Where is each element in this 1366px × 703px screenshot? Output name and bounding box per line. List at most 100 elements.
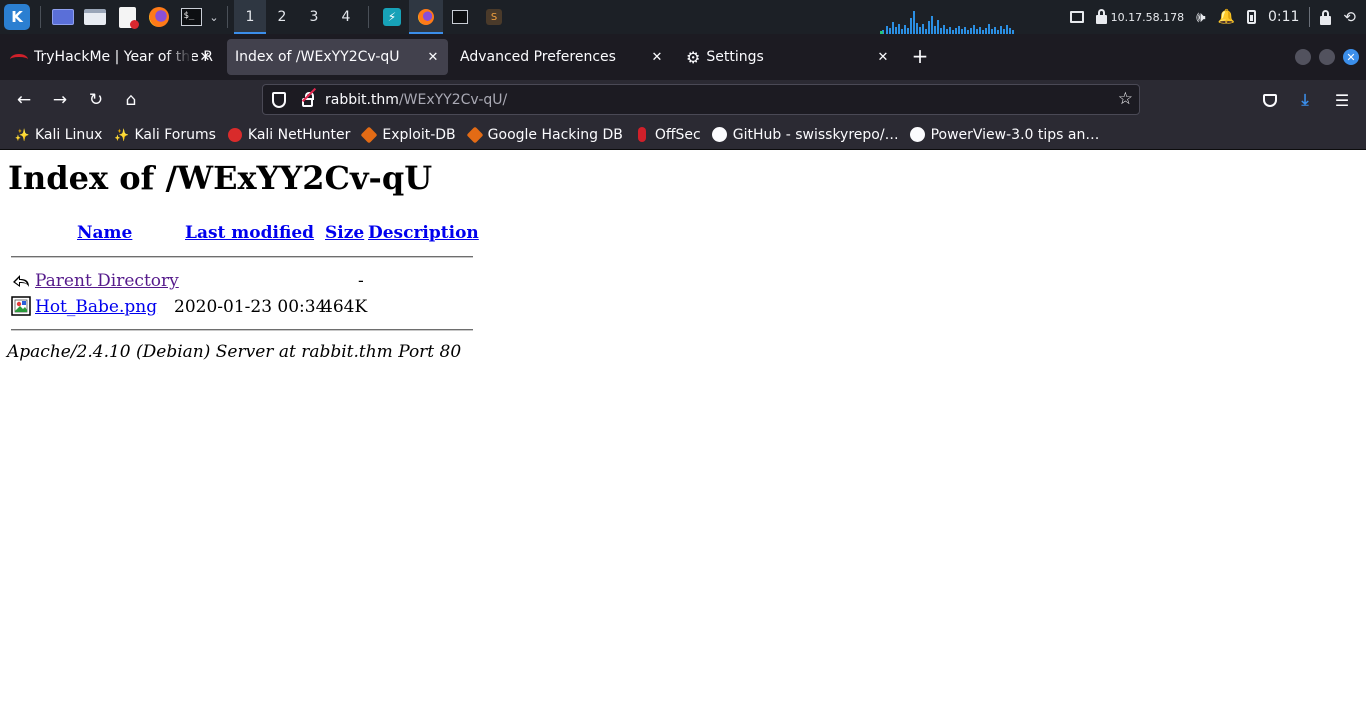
bookmark-label: Kali NetHunter	[247, 126, 351, 143]
server-signature: Apache/2.4.10 (Debian) Server at rabbit.…	[7, 342, 462, 362]
close-tab-icon[interactable]: ✕	[196, 48, 214, 66]
clock-button[interactable]: 0:11	[1262, 0, 1305, 34]
bell-icon: 🔔	[1217, 9, 1235, 25]
reload-button[interactable]: ↻	[82, 86, 110, 114]
tab-tryhackme[interactable]: TryHackMe | Year of the R ✕	[2, 39, 220, 75]
home-icon: ⌂	[125, 90, 137, 110]
workspace-1-button[interactable]: 1	[234, 0, 266, 34]
home-button[interactable]: ⌂	[117, 86, 145, 114]
column-header-name[interactable]: Name	[77, 223, 132, 243]
column-header-description[interactable]: Description	[368, 223, 479, 243]
taskbar-app-window[interactable]: ⚡	[375, 0, 409, 34]
tab-title-fade	[166, 39, 192, 75]
clock-label: 0:11	[1267, 9, 1300, 25]
bookmark-powerview-tips[interactable]: PowerView-3.0 tips an…	[906, 123, 1104, 147]
network-button[interactable]	[1064, 0, 1090, 34]
hot-babe-png-link[interactable]: Hot_Babe.png	[35, 297, 157, 317]
parent-directory-size: -	[358, 271, 364, 291]
new-tab-button[interactable]: +	[908, 44, 932, 68]
parent-directory-link[interactable]: Parent Directory	[35, 271, 179, 291]
maximize-window-button[interactable]	[1319, 49, 1335, 65]
close-tab-icon[interactable]: ✕	[874, 48, 892, 66]
exploit-db-icon	[466, 126, 484, 143]
close-window-button[interactable]: ✕	[1343, 49, 1359, 65]
lock-icon	[1320, 9, 1332, 25]
tab-settings[interactable]: ⚙ Settings ✕	[678, 39, 898, 75]
system-tray: 10.17.58.178 🕪 🔔 0:11 ⟲	[1064, 0, 1366, 34]
logout-button[interactable]: ⟲	[1337, 0, 1366, 34]
volume-button[interactable]: 🕪	[1190, 0, 1211, 34]
taskbar-editor-window[interactable]: S	[477, 0, 511, 34]
forward-button[interactable]: →	[46, 86, 74, 114]
insecure-connection-lock-icon[interactable]	[302, 91, 314, 107]
kali-dragon-icon: ✨	[113, 127, 129, 142]
bookmark-offsec[interactable]: OffSec	[630, 123, 705, 147]
ip-address-label: 10.17.58.178	[1110, 10, 1185, 24]
bookmark-star-icon[interactable]: ☆	[1118, 89, 1133, 109]
bookmark-google-hacking-db[interactable]: Google Hacking DB	[463, 123, 627, 147]
workspace-4-button[interactable]: 4	[330, 0, 362, 34]
bookmark-kali-forums[interactable]: ✨ Kali Forums	[109, 123, 219, 147]
page-title: Index of /WExYY2Cv-qU	[8, 159, 433, 197]
terminal-launcher-button[interactable]: $_	[175, 0, 207, 34]
gear-icon: ⚙	[686, 47, 701, 67]
url-text[interactable]: rabbit.thm/WExYY2Cv-qU/	[325, 92, 507, 108]
url-host: rabbit.thm	[325, 91, 399, 108]
lock-screen-button[interactable]	[1314, 0, 1337, 34]
taskbar-terminal-window[interactable]	[443, 0, 477, 34]
bookmark-label: Kali Linux	[35, 126, 103, 143]
terminal-icon: $_	[180, 8, 202, 26]
address-bar[interactable]: rabbit.thm/WExYY2Cv-qU/ ☆	[262, 84, 1140, 115]
image-file-icon	[11, 296, 31, 316]
github-icon	[910, 127, 926, 142]
terminal-icon	[452, 10, 468, 24]
kali-dragon-icon: ✨	[14, 127, 30, 142]
close-tab-icon[interactable]: ✕	[648, 48, 666, 66]
downloads-button[interactable]: ⤓	[1291, 86, 1319, 114]
minimize-window-button[interactable]	[1295, 49, 1311, 65]
tab-index-of[interactable]: Index of /WExYY2Cv-qU ✕	[227, 39, 448, 75]
url-path: /WExYY2Cv-qU/	[398, 91, 508, 108]
column-header-last-modified[interactable]: Last modified	[185, 223, 314, 243]
tab-advanced-preferences[interactable]: Advanced Preferences ✕	[452, 39, 672, 75]
vpn-ip-indicator[interactable]: 10.17.58.178	[1090, 0, 1190, 34]
battery-button[interactable]	[1241, 0, 1262, 34]
firefox-launcher-button[interactable]	[143, 0, 175, 34]
column-header-size[interactable]: Size	[325, 223, 364, 243]
text-editor-button[interactable]	[111, 0, 143, 34]
tab-strip: TryHackMe | Year of the R ✕ Index of /WE…	[0, 34, 1366, 80]
notifications-button[interactable]: 🔔	[1212, 0, 1241, 34]
bookmark-kali-nethunter[interactable]: Kali NetHunter	[223, 123, 354, 147]
logout-icon: ⟲	[1343, 8, 1356, 26]
forward-arrow-icon: →	[52, 90, 68, 110]
table-divider	[11, 329, 473, 331]
kali-menu-button[interactable]: K	[0, 0, 34, 34]
taskbar-firefox-window[interactable]	[409, 0, 443, 34]
tracking-protection-shield-icon[interactable]	[272, 91, 286, 108]
kali-logo-icon: K	[4, 4, 30, 30]
bookmark-kali-linux[interactable]: ✨ Kali Linux	[10, 123, 106, 147]
workspace-2-button[interactable]: 2	[266, 0, 298, 34]
close-tab-icon[interactable]: ✕	[424, 48, 442, 66]
launcher-dropdown-button[interactable]: ⌄	[207, 0, 221, 34]
reload-icon: ↻	[88, 90, 104, 110]
chevron-down-icon: ⌄	[209, 10, 219, 24]
back-button[interactable]: ←	[10, 86, 38, 114]
bookmark-github-swisskyrepo[interactable]: GitHub - swisskyrepo/…	[708, 123, 903, 147]
bookmark-exploit-db[interactable]: Exploit-DB	[357, 123, 459, 147]
file-manager-button[interactable]	[79, 0, 111, 34]
bookmark-label: OffSec	[654, 126, 701, 143]
exploit-db-icon	[360, 126, 378, 143]
app-menu-button[interactable]: ☰	[1328, 86, 1356, 114]
speaker-icon: 🕪	[1196, 8, 1206, 26]
back-arrow-icon: ←	[16, 90, 32, 110]
pocket-button[interactable]	[1256, 86, 1284, 114]
workspace-3-button[interactable]: 3	[298, 0, 330, 34]
bookmark-label: GitHub - swisskyrepo/…	[732, 126, 899, 143]
tab-title: Settings	[706, 49, 764, 65]
navigation-toolbar: ← → ↻ ⌂ rabbit.thm/WExYY2Cv-qU/ ☆ ⤓ ☰	[0, 80, 1366, 120]
bookmark-label: Kali Forums	[134, 126, 216, 143]
tryhackme-favicon-icon	[10, 51, 28, 63]
table-divider	[11, 256, 473, 258]
show-desktop-button[interactable]	[47, 0, 79, 34]
